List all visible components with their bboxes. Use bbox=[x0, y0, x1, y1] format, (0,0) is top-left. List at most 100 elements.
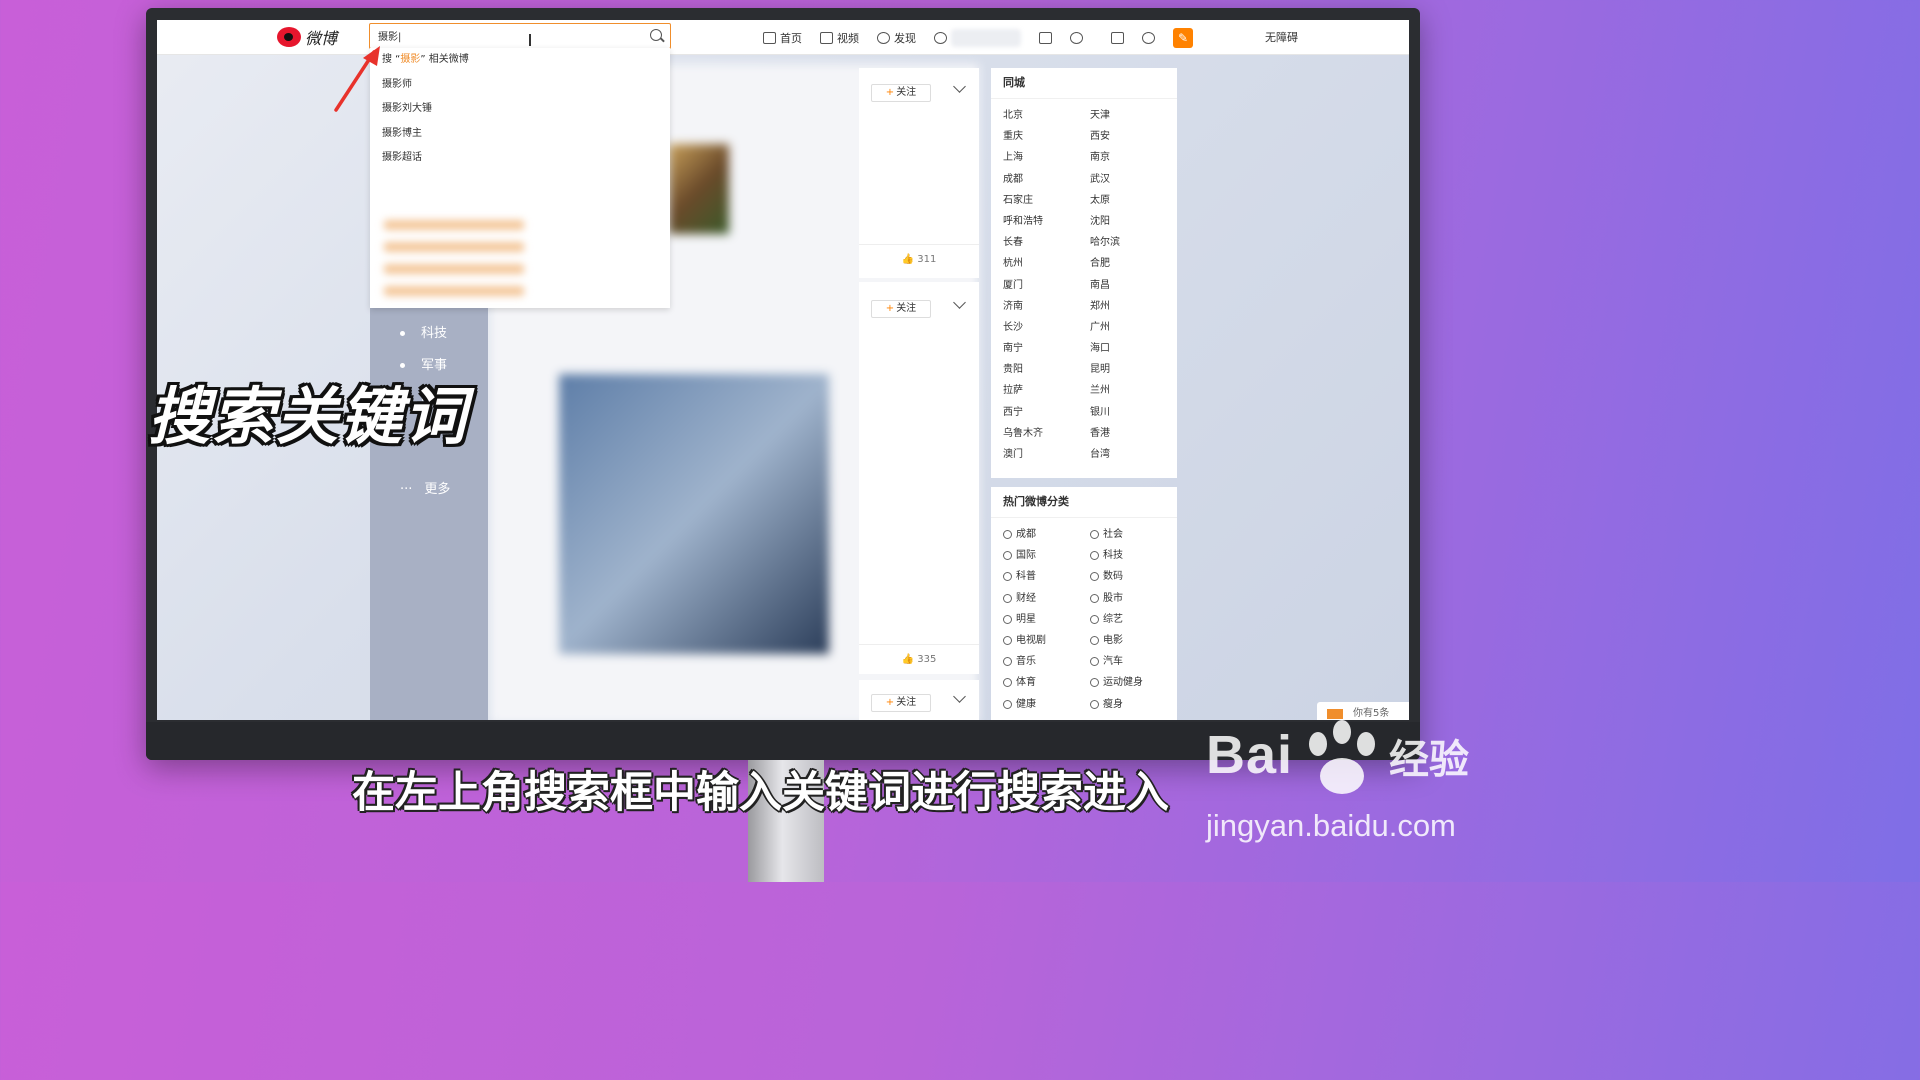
category-link[interactable]: 体育 bbox=[1003, 672, 1090, 693]
sidebar-item-more[interactable]: ··· 更多 bbox=[400, 478, 450, 497]
category-link[interactable]: 电视剧 bbox=[1003, 630, 1090, 651]
chat-bubble-icon[interactable] bbox=[1070, 32, 1083, 44]
city-link[interactable]: 天津 bbox=[1090, 105, 1177, 126]
category-link[interactable]: 成都 bbox=[1003, 524, 1090, 545]
city-link[interactable]: 海口 bbox=[1090, 338, 1177, 359]
search-suggestions: 搜 “摄影” 相关微博 摄影师 摄影刘大锤 摄影博主 摄影超话 bbox=[370, 48, 670, 308]
nav-profile[interactable] bbox=[934, 29, 1021, 47]
category-label: 体育 bbox=[1016, 677, 1036, 689]
city-link[interactable]: 银川 bbox=[1090, 402, 1177, 423]
city-link[interactable]: 广州 bbox=[1090, 317, 1177, 338]
category-label: 瘦身 bbox=[1103, 698, 1123, 710]
hot-panel-title: 热门微博分类 bbox=[991, 487, 1177, 518]
category-label: 健康 bbox=[1016, 698, 1036, 710]
suggestion-search-related[interactable]: 搜 “摄影” 相关微博 bbox=[370, 48, 670, 73]
city-link[interactable]: 西安 bbox=[1090, 126, 1177, 147]
compose-button[interactable]: ✎ bbox=[1173, 28, 1193, 48]
follow-button[interactable]: + 关注 bbox=[871, 84, 931, 102]
category-link[interactable]: 财经 bbox=[1003, 588, 1090, 609]
nav-home[interactable]: 首页 bbox=[763, 30, 802, 46]
nav-discover[interactable]: 发现 bbox=[877, 30, 916, 46]
category-link[interactable]: 数码 bbox=[1090, 566, 1177, 587]
category-link[interactable]: 电影 bbox=[1090, 630, 1177, 651]
chevron-down-icon[interactable] bbox=[953, 80, 966, 93]
search-input[interactable]: 摄影| bbox=[378, 28, 401, 43]
city-link[interactable]: 拉萨 bbox=[1003, 380, 1090, 401]
category-link[interactable]: 运动健身 bbox=[1090, 672, 1177, 693]
city-link[interactable]: 乌鲁木齐 bbox=[1003, 423, 1090, 444]
category-link[interactable]: 科普 bbox=[1003, 566, 1090, 587]
city-link[interactable]: 厦门 bbox=[1003, 275, 1090, 296]
gear-icon[interactable] bbox=[1142, 32, 1155, 44]
city-link[interactable]: 呼和浩特 bbox=[1003, 211, 1090, 232]
search-box[interactable]: 摄影| bbox=[369, 23, 671, 49]
category-link[interactable]: 综艺 bbox=[1090, 609, 1177, 630]
city-link[interactable]: 杭州 bbox=[1003, 253, 1090, 274]
like-button[interactable]: 👍 311 bbox=[859, 244, 979, 275]
chevron-down-icon[interactable] bbox=[953, 296, 966, 309]
category-icon bbox=[1090, 551, 1099, 561]
bullet-icon bbox=[400, 331, 405, 336]
nav-video[interactable]: 视频 bbox=[820, 30, 859, 46]
city-link[interactable]: 台湾 bbox=[1090, 444, 1177, 465]
city-link[interactable]: 合肥 bbox=[1090, 253, 1177, 274]
suggestion-item[interactable]: 摄影刘大锤 bbox=[370, 97, 670, 122]
category-link[interactable]: 健康 bbox=[1003, 694, 1090, 715]
city-link[interactable]: 济南 bbox=[1003, 296, 1090, 317]
city-link[interactable]: 昆明 bbox=[1090, 359, 1177, 380]
accessibility-link[interactable]: 无障碍 bbox=[1265, 29, 1298, 45]
category-link[interactable]: 社会 bbox=[1090, 524, 1177, 545]
category-link[interactable]: 明星 bbox=[1003, 609, 1090, 630]
suggestion-item[interactable]: 摄影博主 bbox=[370, 122, 670, 147]
nav-discover-label: 发现 bbox=[894, 32, 916, 45]
city-link[interactable]: 长沙 bbox=[1003, 317, 1090, 338]
city-link[interactable]: 上海 bbox=[1003, 147, 1090, 168]
category-icon bbox=[1090, 593, 1099, 603]
city-link[interactable]: 南宁 bbox=[1003, 338, 1090, 359]
city-link[interactable]: 沈阳 bbox=[1090, 211, 1177, 232]
city-link[interactable]: 南昌 bbox=[1090, 275, 1177, 296]
category-link[interactable]: 瘦身 bbox=[1090, 694, 1177, 715]
suggestion-item[interactable]: 摄影师 bbox=[370, 73, 670, 98]
game-icon[interactable] bbox=[1039, 32, 1052, 44]
city-link[interactable]: 长春 bbox=[1003, 232, 1090, 253]
city-link[interactable]: 石家庄 bbox=[1003, 190, 1090, 211]
city-link[interactable]: 澳门 bbox=[1003, 444, 1090, 465]
category-link[interactable]: 股市 bbox=[1090, 588, 1177, 609]
city-grid: 北京 天津 重庆 西安 上海 南京 成都 武汉 石家庄 太原 呼和浩特 沈阳 长春 哈尔滨 杭州 合肥 厦门 南昌… bbox=[991, 99, 1177, 465]
city-link[interactable]: 贵阳 bbox=[1003, 359, 1090, 380]
category-label: 综艺 bbox=[1103, 613, 1123, 625]
video-icon bbox=[820, 32, 833, 44]
sidebar-item-tech[interactable]: 科技 bbox=[400, 322, 447, 341]
category-link[interactable]: 国际 bbox=[1003, 545, 1090, 566]
city-link[interactable]: 成都 bbox=[1003, 169, 1090, 190]
category-label: 数码 bbox=[1103, 571, 1123, 583]
weibo-logo[interactable]: 微博 bbox=[277, 25, 337, 49]
city-link[interactable]: 武汉 bbox=[1090, 169, 1177, 190]
city-link[interactable]: 北京 bbox=[1003, 105, 1090, 126]
city-link[interactable]: 郑州 bbox=[1090, 296, 1177, 317]
category-link[interactable]: 科技 bbox=[1090, 545, 1177, 566]
city-link[interactable]: 哈尔滨 bbox=[1090, 232, 1177, 253]
city-link[interactable]: 西宁 bbox=[1003, 402, 1090, 423]
category-link[interactable]: 音乐 bbox=[1003, 651, 1090, 672]
suggestion-suffix: ” 相关微博 bbox=[420, 54, 469, 65]
category-label: 运动健身 bbox=[1103, 677, 1143, 689]
follow-button[interactable]: + 关注 bbox=[871, 300, 931, 318]
category-icon bbox=[1003, 678, 1012, 688]
city-link[interactable]: 香港 bbox=[1090, 423, 1177, 444]
city-link[interactable]: 太原 bbox=[1090, 190, 1177, 211]
category-label: 电视剧 bbox=[1016, 635, 1046, 647]
city-link[interactable]: 兰州 bbox=[1090, 380, 1177, 401]
category-link[interactable]: 汽车 bbox=[1090, 651, 1177, 672]
mail-icon[interactable] bbox=[1111, 32, 1124, 44]
follow-button[interactable]: + 关注 bbox=[871, 694, 931, 712]
suggestion-item[interactable]: 摄影超话 bbox=[370, 146, 670, 171]
search-icon[interactable] bbox=[650, 29, 662, 41]
city-link[interactable]: 南京 bbox=[1090, 147, 1177, 168]
chevron-down-icon[interactable] bbox=[953, 690, 966, 703]
like-button[interactable]: 👍 335 bbox=[859, 644, 979, 675]
category-label: 财经 bbox=[1016, 592, 1036, 604]
city-link[interactable]: 重庆 bbox=[1003, 126, 1090, 147]
city-panel: 同城 北京 天津 重庆 西安 上海 南京 成都 武汉 石家庄 太原 呼和浩特 沈阳 长春 哈尔滨 杭州 合肥厦… bbox=[991, 68, 1177, 478]
